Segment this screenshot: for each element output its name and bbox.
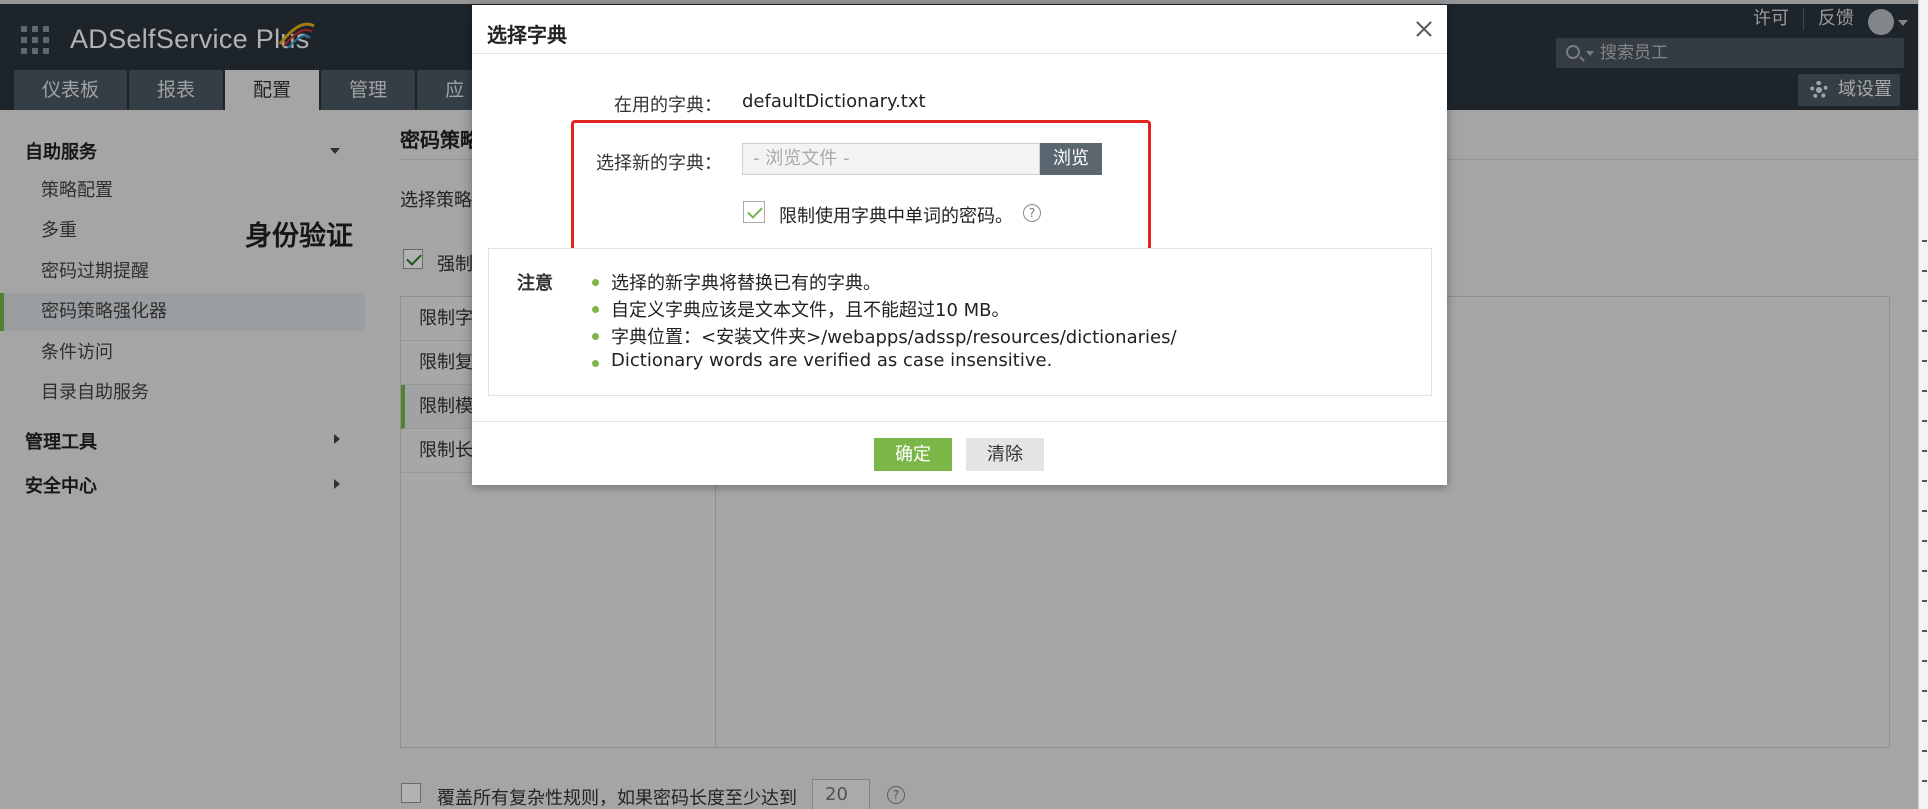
bullet — [592, 333, 599, 340]
note-item: 选择的新字典将替换已有的字典。 — [611, 273, 881, 294]
note-item: 字典位置：<安装文件夹>/webapps/adssp/resources/dic… — [611, 327, 1177, 348]
select-dictionary-dialog: 选择字典 在用的字典： defaultDictionary.txt 选择新的字典… — [472, 5, 1447, 485]
note-item: Dictionary words are verified as case in… — [611, 350, 1053, 371]
right-scroll-strip — [1918, 0, 1928, 809]
dialog-footer-divider — [472, 421, 1447, 422]
current-dictionary-value: defaultDictionary.txt — [742, 91, 926, 112]
ok-button[interactable]: 确定 — [874, 438, 952, 471]
bullet — [592, 360, 599, 367]
highlight-box — [571, 120, 1151, 251]
bullet — [592, 306, 599, 313]
note-box: 注意 选择的新字典将替换已有的字典。 自定义字典应该是文本文件，且不能超过10 … — [488, 248, 1432, 396]
close-icon[interactable] — [1412, 17, 1436, 41]
clear-button[interactable]: 清除 — [966, 438, 1044, 471]
note-label: 注意 — [517, 273, 553, 294]
dialog-title: 选择字典 — [487, 23, 567, 47]
note-item: 自定义字典应该是文本文件，且不能超过10 MB。 — [611, 300, 1010, 321]
dialog-header-divider — [472, 53, 1447, 54]
current-dictionary-label: 在用的字典： — [614, 95, 722, 116]
bullet — [592, 279, 599, 286]
